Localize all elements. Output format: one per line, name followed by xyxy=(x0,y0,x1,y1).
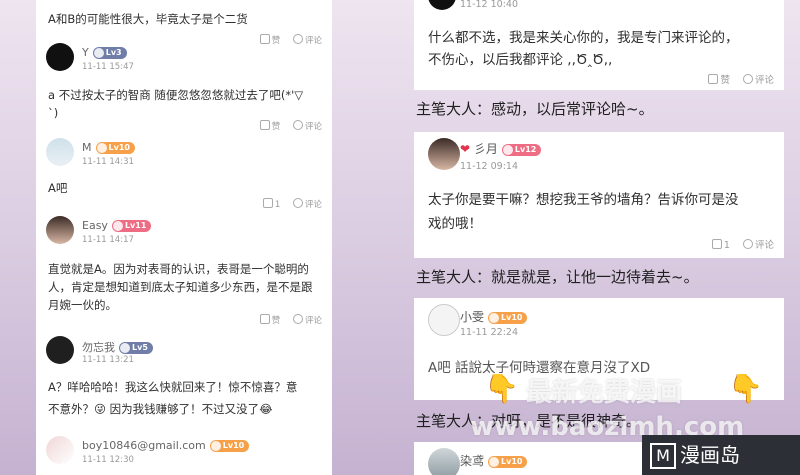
comment-time: 11-11 12:30 xyxy=(82,455,134,465)
username[interactable]: Y Lv3 xyxy=(82,46,127,59)
comment-time: 11-11 13:21 xyxy=(82,355,134,365)
avatar[interactable] xyxy=(428,138,460,170)
avatar[interactable] xyxy=(46,436,74,464)
pointing-finger-icon: 👇 xyxy=(728,372,763,405)
avatar[interactable] xyxy=(46,336,74,364)
comment-icon xyxy=(292,314,303,324)
comment-item: Y Lv3 11-11 15:47 a 不过按太子的智商 随便忽悠忽悠就过去了吧(… xyxy=(36,43,332,143)
pointing-finger-icon: 👇 xyxy=(484,372,519,405)
comment-text: 太子你是要干嘛？想挖我王爷的墙角？告诉你可是没 xyxy=(428,192,739,208)
level-badge: Lv12 xyxy=(501,143,542,156)
comment-button[interactable]: 评论 xyxy=(742,74,774,86)
username[interactable]: M Lv10 xyxy=(82,141,135,154)
comment-text: A和B的可能性很大，毕竟太子是个二货 xyxy=(48,12,248,26)
author-reply: 主笔大人：感动，以后常评论哈~。 xyxy=(416,100,654,118)
watermark-text: 最新免费漫画 xyxy=(526,378,683,408)
comment-button[interactable]: 评论 xyxy=(292,120,322,132)
avatar[interactable] xyxy=(428,304,460,336)
comment-item: A和B的可能性很大，毕竟太子是个二货 赞 评论 xyxy=(36,8,332,46)
avatar[interactable] xyxy=(46,138,74,166)
thumbs-up-icon xyxy=(259,120,270,130)
comment-card: 11-12 10:40 什么都不选，我是来关心你的，我是专门来评论的， 不伤心，… xyxy=(414,0,784,90)
level-badge: Lv10 xyxy=(488,311,528,324)
username[interactable]: boy10846@gmail.com Lv10 xyxy=(82,439,250,452)
username[interactable]: Easy Lv11 xyxy=(82,219,152,232)
comment-icon xyxy=(292,120,303,130)
level-badge: Lv10 xyxy=(95,142,135,154)
thumbs-up-icon xyxy=(259,314,270,324)
comment-time: 11-11 15:47 xyxy=(82,62,134,72)
username[interactable]: ❤ 彡月 Lv12 xyxy=(460,140,542,157)
author-reply: 主笔大人：就是就是，让他一边待着去~。 xyxy=(416,268,699,286)
comment-text: 不伤心，以后我都评论 ,,Ծ‸Ծ,, xyxy=(428,52,613,68)
heart-icon: ❤ xyxy=(460,142,471,156)
avatar[interactable] xyxy=(46,43,74,71)
thumbs-up-icon xyxy=(262,198,273,208)
comment-actions: 赞 评论 xyxy=(250,120,322,132)
level-badge: Lv10 xyxy=(488,455,528,468)
comment-text: A吧 xyxy=(48,181,68,195)
comment-time: 11-11 14:17 xyxy=(82,235,134,245)
avatar[interactable] xyxy=(428,448,460,475)
logo-icon: M xyxy=(650,443,676,469)
comment-button[interactable]: 评论 xyxy=(292,314,322,326)
avatar[interactable] xyxy=(46,216,74,244)
comment-text: a 不过按太子的智商 随便忽悠忽悠就过去了吧(*'▽ xyxy=(48,88,304,102)
level-badge: Lv3 xyxy=(92,47,127,59)
comment-actions: 1 评论 xyxy=(702,237,774,251)
level-badge: Lv11 xyxy=(111,220,152,232)
username[interactable]: 染鸢 Lv10 xyxy=(460,452,528,469)
comment-icon xyxy=(742,74,753,84)
comment-icon xyxy=(742,239,753,249)
comment-time: 11-12 10:40 xyxy=(460,0,519,10)
comment-button[interactable]: 评论 xyxy=(292,198,322,210)
thumbs-up-icon xyxy=(711,239,722,249)
comment-text: `) xyxy=(48,106,59,120)
username[interactable]: 小雯 Lv10 xyxy=(460,308,528,325)
comment-button[interactable]: 评论 xyxy=(742,239,774,251)
comment-time: 11-11 22:24 xyxy=(460,327,519,338)
comment-item: 勿忘我 Lv5 11-11 13:21 A？咩哈哈哈！我这么快就回来了！惊不惊喜？… xyxy=(36,336,332,432)
comment-text: 月婉一伙的。 xyxy=(48,298,117,312)
comment-text: 什么都不选，我是来关心你的，我是专门来评论的， xyxy=(428,30,739,46)
username[interactable]: 勿忘我 Lv5 xyxy=(82,339,153,355)
comment-text: 戏的哦！ xyxy=(428,216,482,232)
comment-icon xyxy=(292,198,303,208)
level-badge: Lv10 xyxy=(209,440,250,452)
level-badge: Lv5 xyxy=(119,342,153,354)
like-button[interactable]: 赞 xyxy=(259,120,280,132)
comment-item: Easy Lv11 11-11 14:17 直觉就是A。因为对表哥的认识，表哥是一… xyxy=(36,216,332,334)
site-logo: M 漫画岛 xyxy=(642,435,800,475)
comment-item: M Lv10 11-11 14:31 A吧 1 评论 xyxy=(36,138,332,214)
comment-card: ❤ 彡月 Lv12 11-12 09:14 太子你是要干嘛？想挖我王爷的墙角？告诉… xyxy=(414,132,784,258)
avatar[interactable] xyxy=(428,0,456,10)
comment-time: 11-11 14:31 xyxy=(82,157,134,167)
left-comment-column: A和B的可能性很大，毕竟太子是个二货 赞 评论 Y Lv3 11-11 15:47… xyxy=(36,0,332,475)
like-button[interactable]: 赞 xyxy=(708,74,730,86)
comment-time: 11-12 09:14 xyxy=(460,161,519,172)
like-button[interactable]: 1 xyxy=(262,198,280,210)
comment-item: boy10846@gmail.com Lv10 11-11 12:30 xyxy=(36,436,332,475)
thumbs-up-icon xyxy=(708,74,719,84)
comment-text: A？咩哈哈哈！我这么快就回来了！惊不惊喜？意 xyxy=(48,380,298,394)
like-button[interactable]: 赞 xyxy=(259,314,280,326)
comment-actions: 1 评论 xyxy=(253,198,322,210)
comment-actions: 赞 评论 xyxy=(250,314,322,326)
comment-actions: 赞 评论 xyxy=(698,72,774,86)
like-button[interactable]: 1 xyxy=(711,239,730,251)
comment-text: 不意外？😜 因为我钱赚够了！不过又没了😂 xyxy=(48,402,273,416)
